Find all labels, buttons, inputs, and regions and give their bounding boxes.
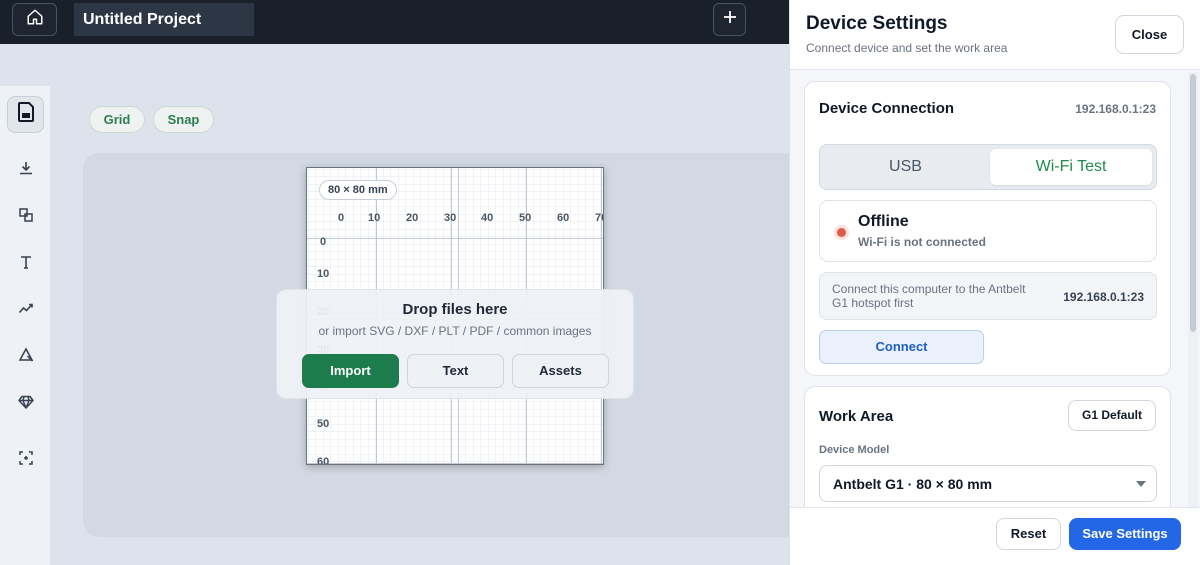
x-tick-label: 30	[444, 212, 457, 224]
x-tick-label: 70	[595, 212, 603, 224]
focus-frame-icon	[18, 450, 34, 471]
device-model-value: Antbelt G1 · 80 × 80 mm	[833, 476, 993, 492]
hint-ip: 192.168.0.1:23	[1063, 290, 1144, 304]
status-dot-icon	[837, 228, 846, 237]
home-button[interactable]	[12, 3, 57, 36]
x-tick-label: 40	[481, 212, 494, 224]
drop-zone[interactable]: Drop files here or import SVG / DXF / PL…	[276, 289, 634, 399]
tool-download[interactable]	[7, 152, 44, 189]
device-connection-card: Device Connection 192.168.0.1:23 USB Wi-…	[804, 81, 1171, 376]
tab-usb[interactable]: USB	[824, 149, 987, 185]
chevron-down-icon	[1136, 481, 1146, 487]
path-icon	[18, 300, 34, 321]
download-icon	[18, 160, 34, 181]
tool-gem[interactable]	[7, 386, 44, 423]
x-tick-label: 60	[557, 212, 570, 224]
y-tick-label: 0	[320, 236, 327, 248]
work-area-card: Work Area G1 Default Device Model Antbel…	[804, 386, 1171, 526]
home-icon	[26, 8, 44, 31]
x-tick-label: 0	[338, 212, 345, 224]
import-button[interactable]: Import	[302, 354, 399, 388]
connect-button[interactable]: Connect	[819, 330, 984, 364]
x-tick-label: 20	[406, 212, 419, 224]
tab-wifi-test[interactable]: Wi-Fi Test	[990, 149, 1152, 185]
vector-edit-icon	[18, 347, 34, 368]
plus-icon	[723, 10, 737, 29]
tool-file[interactable]	[7, 96, 44, 133]
y-tick-label: 60	[317, 456, 330, 465]
panel-scrollbar[interactable]	[1188, 72, 1198, 508]
assets-button[interactable]: Assets	[512, 354, 609, 388]
connection-ip: 192.168.0.1:23	[1075, 102, 1156, 116]
project-title-input[interactable]: Untitled Project	[74, 3, 254, 36]
panel-subtitle: Connect device and set the work area	[806, 41, 1008, 55]
tool-text[interactable]	[7, 246, 44, 283]
drop-zone-title: Drop files here	[402, 301, 508, 318]
hint-text: Connect this computer to the Antbelt G1 …	[832, 282, 1026, 310]
device-model-label: Device Model	[819, 444, 890, 456]
x-tick-label: 50	[519, 212, 532, 224]
y-tick-label: 50	[317, 418, 330, 430]
work-area-title: Work Area	[819, 408, 894, 425]
device-model-select[interactable]: Antbelt G1 · 80 × 80 mm	[819, 465, 1157, 502]
tool-path[interactable]	[7, 292, 44, 329]
panel-footer: Reset Save Settings	[790, 507, 1200, 565]
panel-title: Device Settings	[806, 13, 948, 34]
status-title: Offline	[858, 213, 909, 230]
text-icon	[18, 254, 34, 275]
snap-toggle[interactable]: Snap	[153, 106, 214, 133]
device-settings-panel: Device Settings Connect device and set t…	[789, 0, 1200, 565]
save-settings-button[interactable]: Save Settings	[1069, 518, 1181, 550]
device-connection-title: Device Connection	[819, 100, 955, 117]
g1-default-button[interactable]: G1 Default	[1068, 400, 1156, 431]
reset-button[interactable]: Reset	[996, 518, 1061, 550]
panel-header: Device Settings Connect device and set t…	[790, 0, 1200, 70]
drop-zone-subtitle: or import SVG / DXF / PLT / PDF / common…	[318, 324, 592, 338]
x-tick-label: 10	[368, 212, 381, 224]
add-button[interactable]	[713, 3, 746, 36]
close-button[interactable]: Close	[1115, 15, 1184, 54]
gem-icon	[17, 394, 34, 415]
status-subtitle: Wi-Fi is not connected	[858, 235, 986, 249]
grid-toggle[interactable]: Grid	[89, 106, 145, 133]
tool-shapes[interactable]	[7, 199, 44, 236]
scroll-thumb[interactable]	[1190, 74, 1196, 332]
shapes-icon	[18, 207, 34, 228]
connection-hint: Connect this computer to the Antbelt G1 …	[819, 272, 1157, 320]
connection-status: Offline Wi-Fi is not connected	[819, 200, 1157, 262]
y-tick-label: 10	[317, 268, 330, 280]
tool-focus-frame[interactable]	[7, 442, 44, 479]
file-icon	[17, 102, 35, 127]
left-toolbar	[0, 86, 51, 565]
connection-mode-toggle: USB Wi-Fi Test	[819, 144, 1157, 190]
tool-vector-edit[interactable]	[7, 339, 44, 376]
board-size-badge: 80 × 80 mm	[319, 180, 397, 200]
text-button[interactable]: Text	[407, 354, 504, 388]
